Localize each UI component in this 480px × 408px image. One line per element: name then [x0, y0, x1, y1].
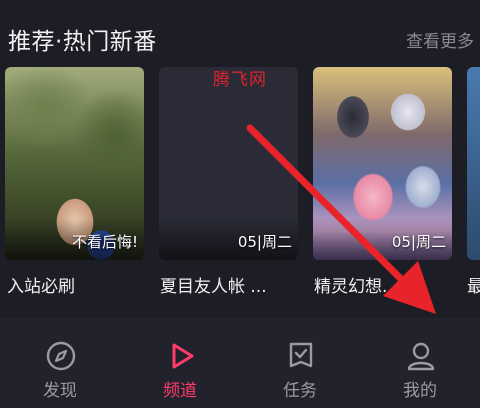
card-tag: 05|周二 — [391, 233, 446, 251]
tab-label: 任务 — [283, 381, 317, 401]
hot-anime-section: 推荐·热门新番 查看更多 不看后悔! 05|周二 05|周二 腾飞网 入站必刷 … — [0, 0, 480, 318]
play-icon — [172, 343, 194, 369]
card-tag: 不看后悔! — [71, 233, 138, 251]
card-title[interactable]: 精灵幻想... — [314, 272, 454, 297]
task-icon — [289, 342, 313, 368]
bottom-tab-bar: 发现 频道 任务 我的 — [0, 318, 480, 408]
tab-tasks[interactable]: 任务 — [240, 318, 360, 408]
anime-card[interactable] — [467, 67, 480, 260]
profile-icon — [407, 342, 435, 371]
anime-card[interactable]: 05|周二 — [313, 67, 452, 260]
watermark: 腾飞网 — [213, 70, 267, 90]
view-more-link[interactable]: 查看更多 — [406, 27, 474, 52]
anime-card[interactable]: 不看后悔! — [5, 67, 144, 260]
tab-channel[interactable]: 频道 — [120, 318, 240, 408]
tab-label: 发现 — [43, 381, 77, 401]
tab-label: 我的 — [403, 381, 437, 401]
tab-profile[interactable]: 我的 — [360, 318, 480, 408]
section-title: 推荐·热门新番 — [8, 29, 157, 55]
card-title[interactable]: 最 — [467, 272, 480, 297]
tab-label: 频道 — [163, 381, 197, 401]
card-title[interactable]: 夏目友人帐 ... — [160, 272, 300, 297]
compass-icon — [46, 341, 76, 371]
anime-card[interactable]: 05|周二 — [159, 67, 298, 260]
card-tag: 05|周二 — [237, 233, 292, 251]
tab-discover[interactable]: 发现 — [0, 318, 120, 408]
card-title[interactable]: 入站必刷 — [7, 272, 147, 297]
card-thumbnail — [467, 67, 480, 260]
